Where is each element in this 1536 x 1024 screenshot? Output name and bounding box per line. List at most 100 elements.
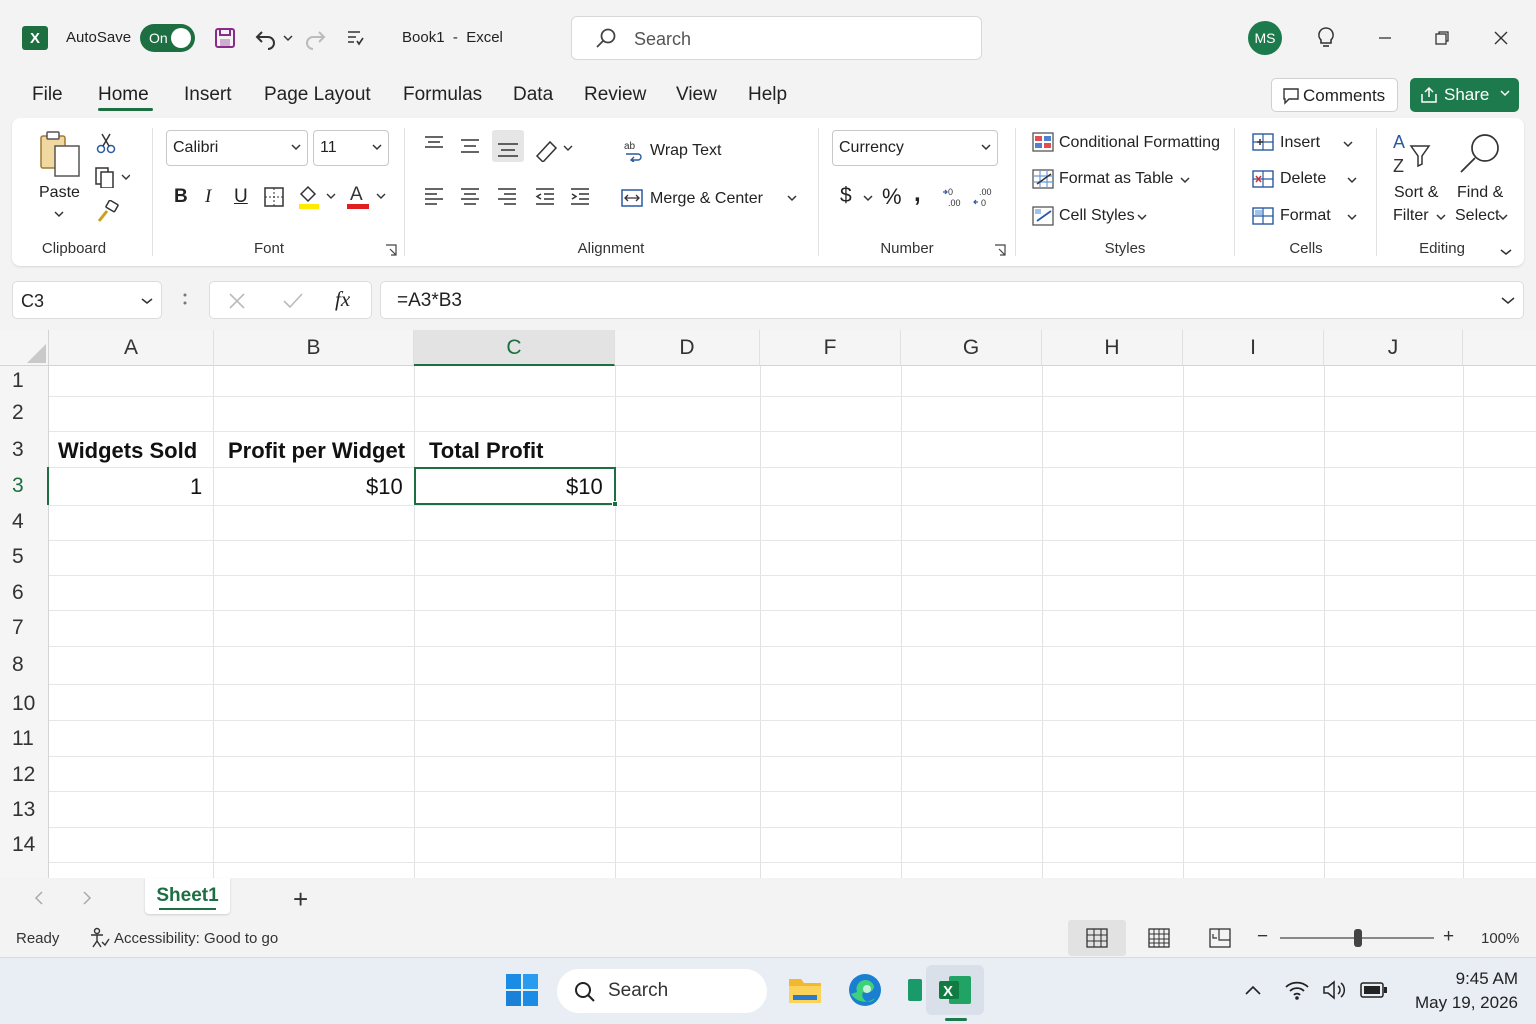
format-cells-label[interactable]: Format [1280, 207, 1331, 225]
column-header-d[interactable]: D [615, 330, 760, 366]
column-header-a[interactable]: A [49, 330, 214, 366]
chevron-down-icon[interactable] [1347, 176, 1357, 184]
title-search-box[interactable]: Search [571, 16, 982, 60]
number-dialog-launcher-icon[interactable] [994, 244, 1006, 256]
page-layout-view-icon[interactable] [1130, 920, 1188, 956]
insert-cells-icon[interactable] [1251, 132, 1275, 152]
align-middle-icon[interactable] [459, 136, 481, 156]
insert-function-button[interactable]: fx [335, 287, 350, 312]
column-header-f[interactable]: F [760, 330, 901, 366]
save-icon[interactable] [211, 24, 239, 52]
sort-filter-label-line2[interactable]: Filter [1393, 207, 1429, 225]
accessibility-status[interactable]: Accessibility: Good to go [114, 930, 278, 947]
show-hidden-icons-icon[interactable] [1244, 984, 1262, 996]
cell-a3-widgets-sold[interactable]: Widgets Sold [58, 438, 197, 464]
row-header-13[interactable]: 13 [0, 791, 49, 827]
accounting-format-button[interactable]: $ [840, 184, 852, 208]
format-cells-icon[interactable] [1251, 206, 1275, 226]
undo-dropdown-icon[interactable] [280, 24, 296, 52]
align-top-icon[interactable] [423, 134, 445, 154]
zoom-in-button[interactable]: + [1443, 926, 1454, 948]
delete-cells-label[interactable]: Delete [1280, 170, 1326, 188]
row-header-12[interactable]: 12 [0, 756, 49, 791]
paste-icon[interactable] [38, 130, 82, 178]
file-explorer-icon[interactable] [783, 968, 827, 1012]
chevron-down-icon[interactable] [1436, 213, 1446, 221]
cell-styles-icon[interactable] [1031, 205, 1055, 227]
chevron-down-icon[interactable] [1343, 140, 1353, 148]
close-icon[interactable] [1486, 24, 1516, 52]
edge-browser-icon[interactable] [843, 968, 887, 1012]
tab-home[interactable]: Home [98, 84, 149, 106]
merge-center-icon[interactable] [620, 188, 644, 208]
copy-icon[interactable] [94, 166, 130, 188]
minimize-icon[interactable] [1370, 24, 1400, 52]
percent-style-button[interactable]: % [882, 184, 902, 210]
italic-button[interactable]: I [205, 186, 211, 208]
find-select-label-line2[interactable]: Select [1455, 207, 1499, 225]
cell-styles-label[interactable]: Cell Styles [1059, 207, 1135, 225]
share-button[interactable]: Share [1410, 78, 1519, 112]
user-avatar[interactable]: MS [1248, 21, 1282, 55]
tab-view[interactable]: View [676, 84, 717, 106]
increase-indent-icon[interactable] [569, 186, 591, 208]
row-header-3-selected[interactable]: 3 [0, 467, 49, 505]
sheet-tab-sheet1[interactable]: Sheet1 [145, 878, 230, 914]
column-header-b[interactable]: B [214, 330, 414, 366]
comma-style-button[interactable]: , [914, 180, 921, 208]
row-header-6[interactable]: 6 [0, 575, 49, 610]
normal-view-icon[interactable] [1068, 920, 1126, 956]
formula-input[interactable]: =A3*B3 [380, 281, 1524, 319]
accessibility-icon[interactable] [88, 927, 110, 949]
increase-decimal-icon[interactable]: 0.00 [942, 186, 966, 208]
row-header-8[interactable]: 8 [0, 646, 49, 684]
bold-button[interactable]: B [174, 186, 188, 208]
wrap-text-icon[interactable]: ab [624, 140, 644, 162]
number-format-select[interactable]: Currency [832, 130, 998, 166]
restore-icon[interactable] [1427, 24, 1457, 52]
spreadsheet-grid[interactable]: A B C D F G H I J 1 2 3 3 4 5 6 7 8 10 1… [0, 330, 1536, 878]
wifi-icon[interactable] [1284, 979, 1310, 1001]
cancel-icon[interactable] [228, 292, 246, 310]
column-header-i[interactable]: I [1183, 330, 1324, 366]
cell-b3-profit-per-widget[interactable]: Profit per Widget [228, 438, 405, 464]
decrease-indent-icon[interactable] [534, 186, 556, 208]
chevron-down-icon[interactable] [863, 194, 873, 202]
sort-filter-icon[interactable]: AZ [1391, 130, 1435, 176]
fill-color-icon[interactable] [297, 182, 343, 210]
decrease-decimal-icon[interactable]: .00 0 [973, 186, 997, 208]
chevron-down-icon[interactable] [1498, 213, 1508, 221]
row-header-7[interactable]: 7 [0, 610, 49, 646]
underline-button[interactable]: U [234, 186, 248, 208]
enter-icon[interactable] [282, 292, 304, 310]
format-painter-icon[interactable] [96, 200, 120, 224]
expand-formula-icon[interactable] [1501, 296, 1515, 305]
column-header-j[interactable]: J [1324, 330, 1463, 366]
windows-start-icon[interactable] [500, 968, 544, 1012]
font-color-icon[interactable]: A [345, 182, 391, 210]
insert-cells-label[interactable]: Insert [1280, 134, 1320, 152]
row-header-4[interactable]: 4 [0, 505, 49, 540]
align-bottom-icon[interactable] [492, 130, 524, 162]
cell-a-value[interactable]: 1 [190, 474, 202, 500]
column-header-g[interactable]: G [901, 330, 1042, 366]
comments-button[interactable]: Comments [1271, 78, 1398, 112]
redo-icon[interactable] [301, 24, 329, 52]
zoom-level[interactable]: 100% [1481, 930, 1519, 947]
tab-insert[interactable]: Insert [184, 84, 232, 106]
paste-label[interactable]: Paste [39, 184, 80, 202]
row-header-14[interactable]: 14 [0, 827, 49, 862]
tab-page-layout[interactable]: Page Layout [264, 84, 371, 106]
row-header-3[interactable]: 3 [0, 431, 49, 467]
system-clock[interactable]: 9:45 AM May 19, 2026 [1415, 967, 1518, 1015]
chevron-down-icon[interactable] [1347, 213, 1357, 221]
zoom-slider-thumb[interactable] [1354, 929, 1362, 947]
sort-filter-label-line1[interactable]: Sort & [1394, 184, 1438, 202]
more-options-icon[interactable] [181, 290, 189, 310]
tab-file[interactable]: File [32, 84, 63, 106]
format-as-table-icon[interactable] [1031, 168, 1055, 190]
autosave-toggle[interactable]: On [140, 24, 195, 52]
chevron-down-icon[interactable] [1137, 213, 1147, 221]
chevron-down-icon[interactable] [787, 194, 797, 202]
cell-b-value[interactable]: $10 [366, 474, 403, 500]
